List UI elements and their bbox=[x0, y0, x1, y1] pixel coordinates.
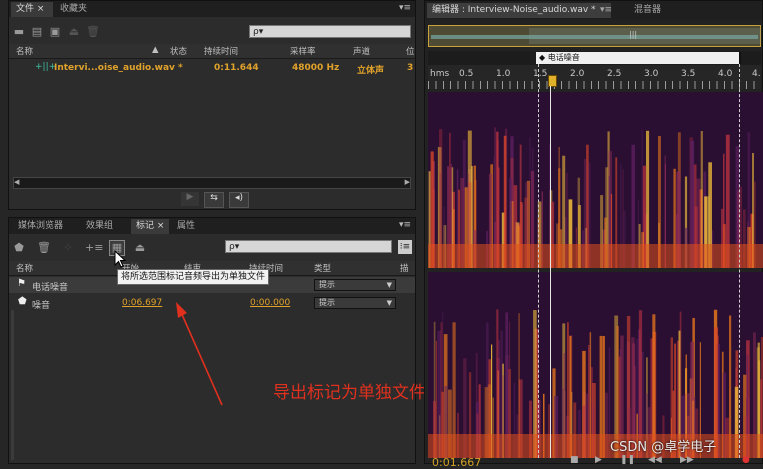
editor-tab-menu-icon[interactable]: ▾≡ bbox=[597, 3, 615, 18]
ruler-tick-label: 2.0 bbox=[570, 69, 585, 79]
editor-tabbar: 编辑器 : Interview-Noise_audio.wav * ▾≡ 混音器 bbox=[425, 1, 762, 20]
ruler-tick-label: 3.5 bbox=[681, 69, 696, 79]
ruler-tick-label: 4. bbox=[752, 69, 761, 79]
marker-line bbox=[739, 64, 740, 458]
range-marker-icon: ◆ bbox=[539, 53, 546, 62]
ruler-unit: hms bbox=[430, 69, 450, 79]
ruler-tick-label: 2.5 bbox=[607, 69, 622, 79]
tab-editor[interactable]: 编辑器 : Interview-Noise_audio.wav * bbox=[427, 3, 611, 18]
range-marker-start[interactable]: ◆ 电话噪音 bbox=[536, 52, 739, 64]
spectrogram-left-channel[interactable] bbox=[428, 92, 763, 268]
playhead-line bbox=[550, 86, 551, 458]
ruler-tick-label: 1.0 bbox=[496, 69, 511, 79]
marker-bar: ◆ 电话噪音 bbox=[428, 51, 761, 65]
ruler-tick-label: 0.5 bbox=[459, 69, 474, 79]
time-ruler[interactable]: hms 0.5 1.0 1.5 2.0 2.5 3.0 3.5 4.0 4. bbox=[428, 65, 761, 89]
overview-handle-icon[interactable]: ||| bbox=[629, 30, 637, 39]
tab-mixer[interactable]: 混音器 bbox=[629, 3, 666, 18]
timecode-display: 0:01.667 bbox=[432, 456, 482, 469]
ruler-ticks bbox=[428, 81, 761, 89]
annotation-text: 导出标记为单独文件 bbox=[273, 383, 426, 403]
overview-view-region[interactable] bbox=[529, 28, 761, 44]
ruler-tick-label: 4.0 bbox=[718, 69, 733, 79]
ruler-tick-label: 3.0 bbox=[644, 69, 659, 79]
marker-line bbox=[538, 64, 539, 458]
transport-buttons: ■ ▶ ❚❚ ◀◀ ▶▶ ● bbox=[570, 455, 760, 465]
ruler-tick-label: 1.5 bbox=[533, 69, 548, 79]
overview-waveform[interactable]: ||| bbox=[428, 25, 761, 47]
range-marker-end[interactable] bbox=[739, 52, 741, 64]
watermark: CSDN @卓学电子 bbox=[610, 440, 717, 455]
spectrogram-right-channel[interactable] bbox=[428, 272, 763, 458]
